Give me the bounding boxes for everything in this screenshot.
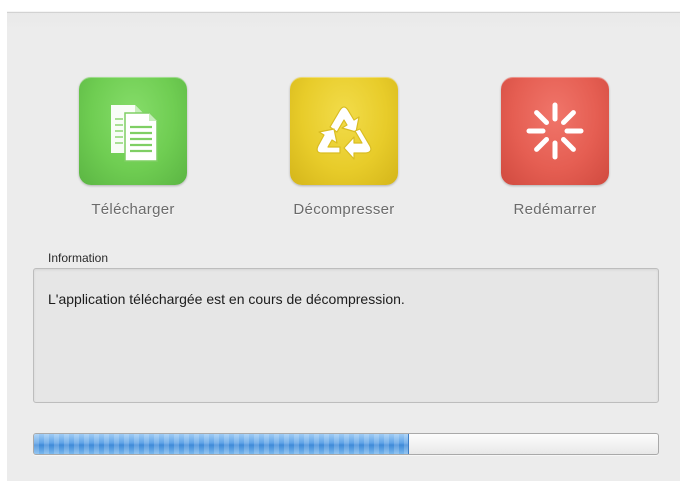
installer-window: Télécharger Décompresser Redémarrer Info…	[7, 12, 680, 481]
info-box: L'application téléchargée est en cours d…	[33, 268, 659, 403]
progress-bar	[33, 433, 659, 455]
step-download-badge	[79, 77, 187, 185]
info-message: L'application téléchargée est en cours d…	[48, 291, 405, 307]
step-restart-label: Redémarrer	[513, 201, 597, 218]
progress-bar-fill	[34, 434, 410, 454]
step-indicator: Télécharger Décompresser Redémarrer	[7, 13, 680, 243]
info-group-title: Information	[48, 251, 109, 265]
step-decompress: Décompresser	[269, 77, 419, 218]
step-restart-badge	[501, 77, 609, 185]
step-download-label: Télécharger	[91, 201, 175, 218]
step-decompress-badge	[290, 77, 398, 185]
step-restart: Redémarrer	[480, 77, 630, 218]
spinner-icon	[526, 102, 584, 160]
recycle-icon	[316, 106, 372, 160]
document-copy-icon	[111, 105, 158, 162]
step-download: Télécharger	[58, 77, 208, 218]
step-decompress-label: Décompresser	[293, 201, 395, 218]
